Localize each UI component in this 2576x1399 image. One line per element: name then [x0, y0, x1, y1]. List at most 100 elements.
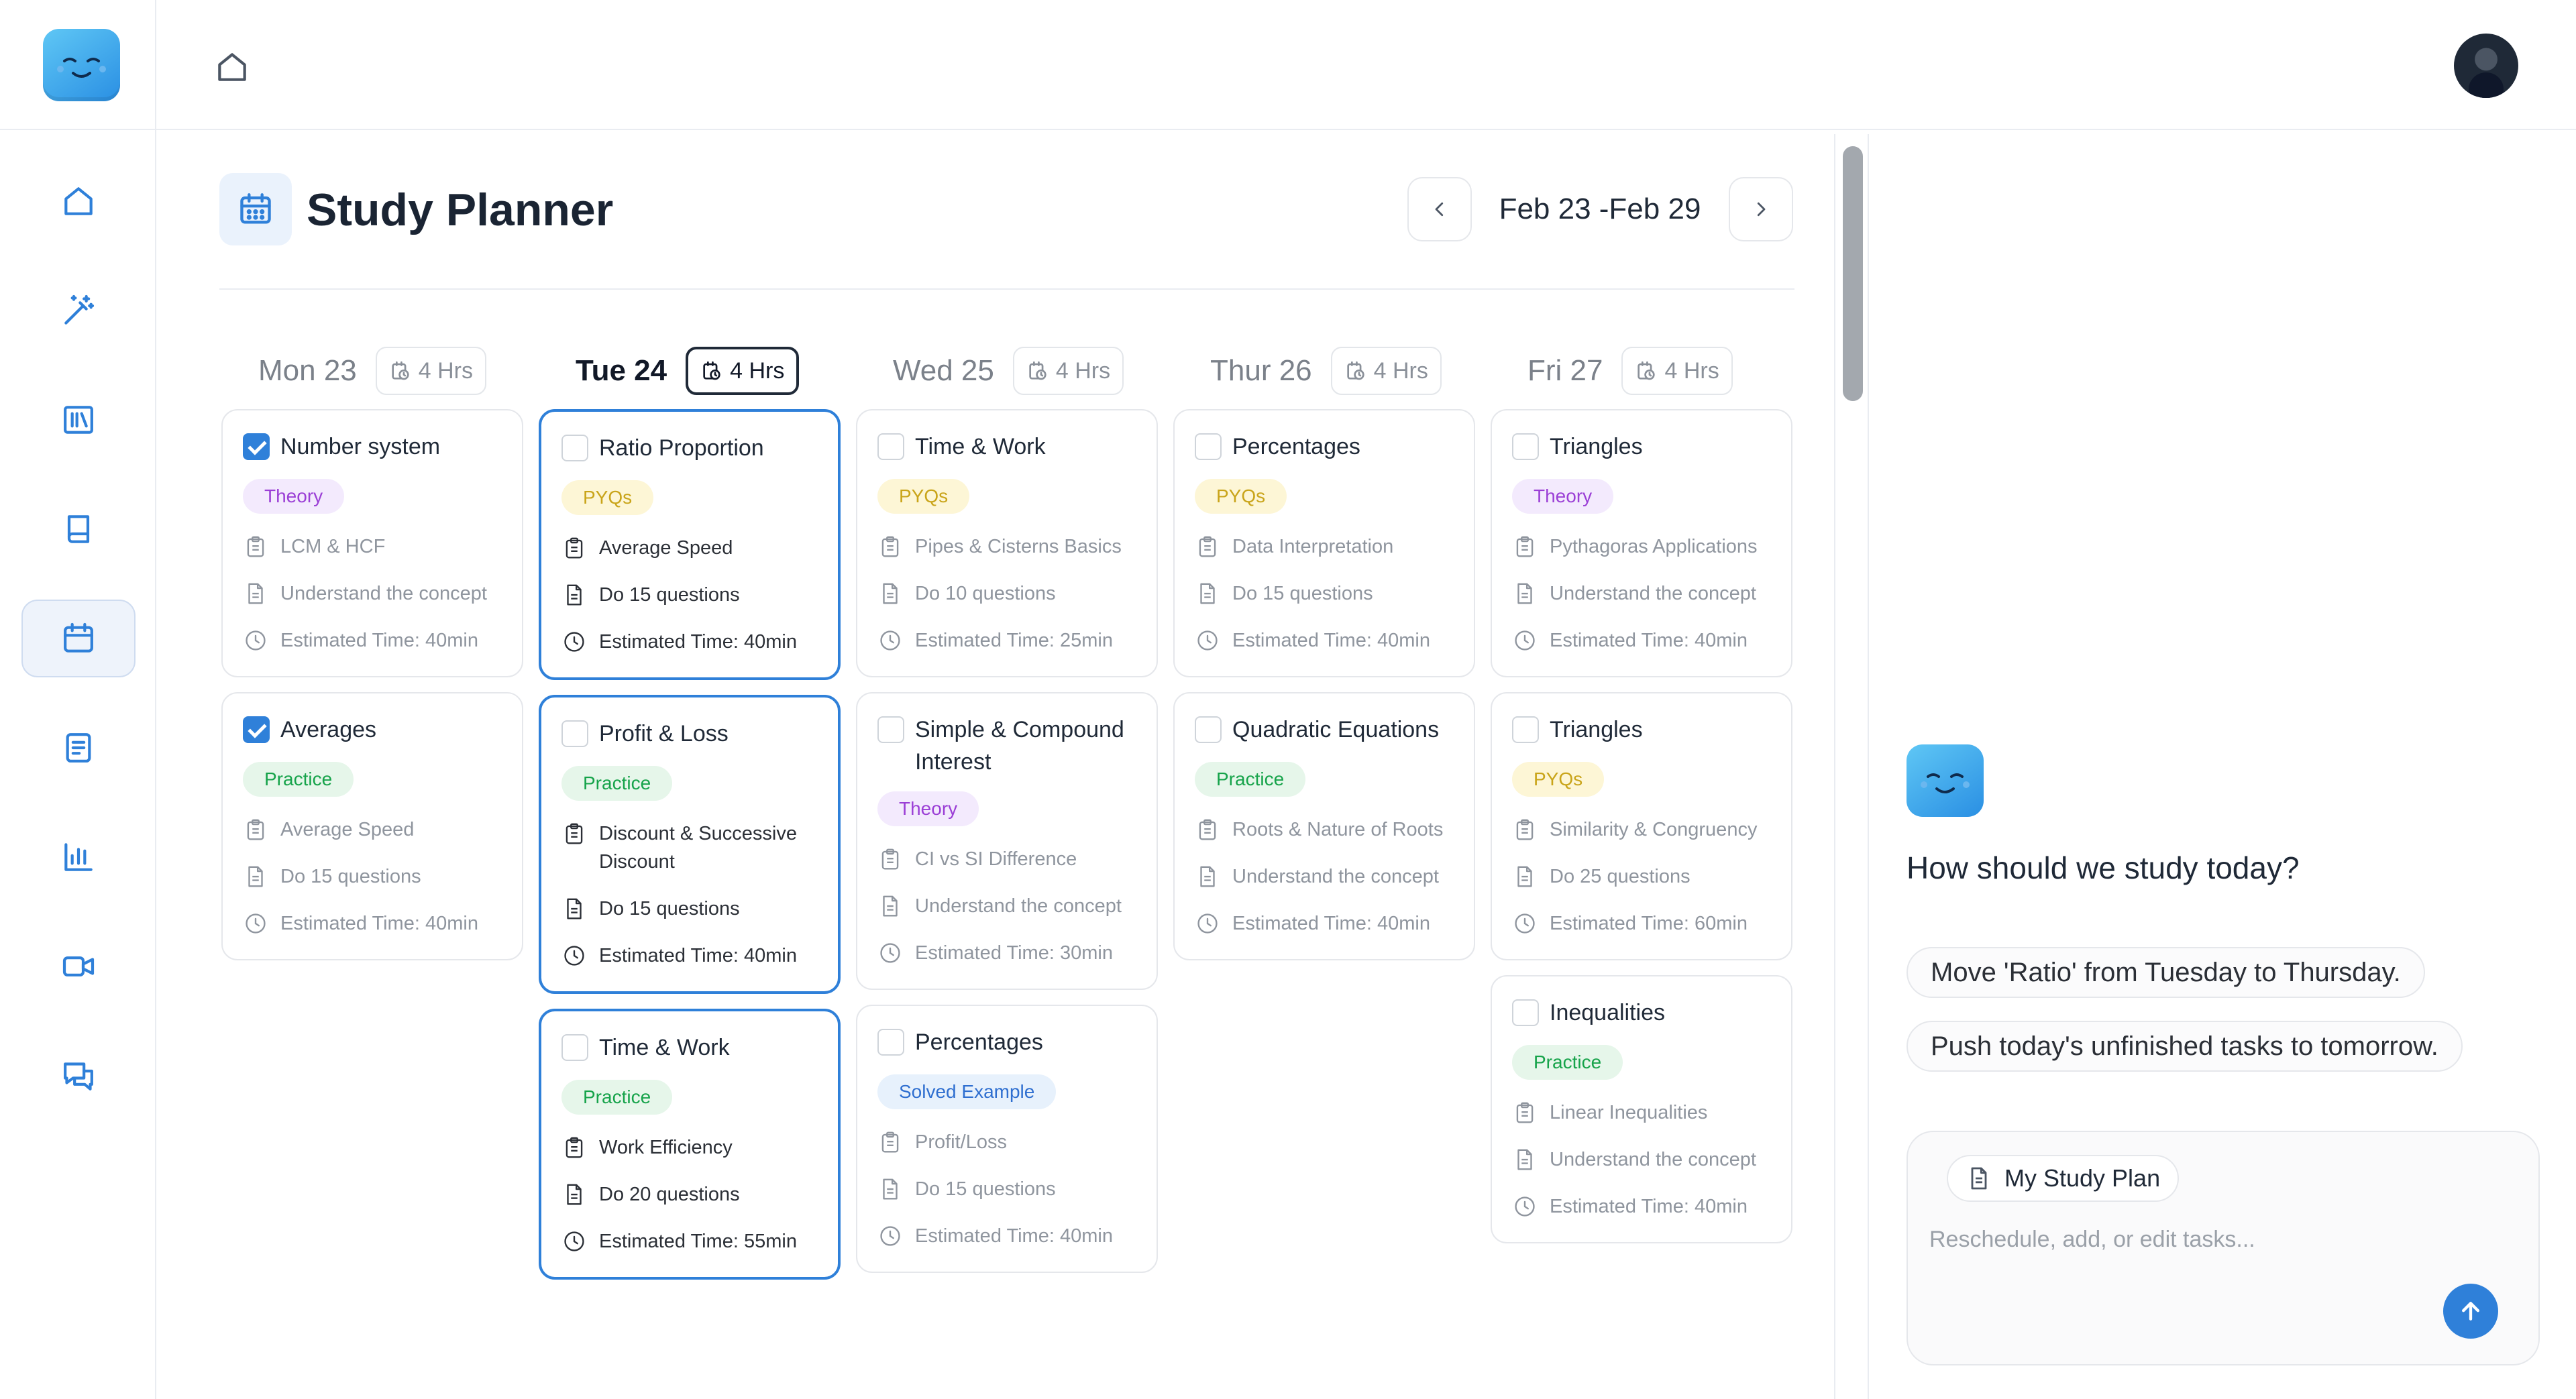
task-checkbox[interactable]	[877, 433, 904, 460]
task-checkbox[interactable]	[561, 1034, 588, 1061]
task-activity-label: Do 25 questions	[1550, 866, 1690, 887]
task-checkbox[interactable]	[561, 720, 588, 747]
task-activity-label: Do 15 questions	[599, 898, 740, 919]
document-icon	[1517, 1149, 1532, 1170]
hours-label: 4 Hrs	[1373, 357, 1428, 384]
document-icon	[883, 1178, 898, 1200]
task-header: Triangles	[1512, 714, 1771, 748]
task-checkbox[interactable]	[877, 716, 904, 743]
suggestion-chip[interactable]: Move 'Ratio' from Tuesday to Thursday.	[1907, 947, 2425, 998]
task-time-label: Estimated Time: 30min	[915, 942, 1113, 964]
home-icon[interactable]	[213, 48, 251, 86]
send-button[interactable]	[2443, 1284, 2498, 1339]
task-header: Averages	[243, 714, 502, 748]
hours-label: 4 Hrs	[418, 357, 473, 384]
task-header: Percentages	[1195, 431, 1454, 465]
task-topic-label: Pythagoras Applications	[1550, 536, 1758, 557]
sidebar-item-calendar[interactable]	[21, 600, 136, 677]
task-activity: Understand the concept	[243, 579, 502, 608]
card-spacer	[1195, 938, 1454, 959]
task-topic-label: CI vs SI Difference	[915, 848, 1077, 870]
clipboard-icon	[1199, 536, 1216, 557]
study-plan-chip[interactable]: My Study Plan	[1947, 1155, 2180, 1202]
task-card[interactable]: Triangles PYQs Similarity & Congruency Do 2…	[1491, 692, 1792, 960]
sidebar	[0, 0, 156, 1399]
task-time-label: Estimated Time: 40min	[1550, 1196, 1748, 1217]
card-spacer	[561, 970, 818, 991]
task-card[interactable]: Triangles Theory Pythagoras Applications Un…	[1491, 409, 1792, 677]
task-checkbox[interactable]	[243, 716, 270, 743]
task-topic-label: Work Efficiency	[599, 1137, 733, 1158]
top-bar	[0, 0, 2576, 130]
task-activity-label: Understand the concept	[280, 583, 487, 604]
sidebar-item-video[interactable]	[21, 928, 136, 1005]
document-icon	[567, 584, 582, 606]
task-card[interactable]: Profit & Loss Practice Discount & Successi…	[539, 695, 841, 994]
sidebar-item-home[interactable]	[21, 162, 136, 240]
sidebar-item-analytics[interactable]	[21, 818, 136, 896]
sidebar-item-library[interactable]	[21, 381, 136, 459]
task-topic-label: Average Speed	[280, 819, 415, 840]
day-header: Wed 25 4 Hrs	[893, 345, 1124, 396]
task-title: Percentages	[1232, 434, 1360, 459]
user-avatar[interactable]	[2454, 34, 2518, 98]
task-tag: Practice	[1512, 1045, 1623, 1080]
task-checkbox[interactable]	[1195, 433, 1222, 460]
clock-icon	[564, 632, 584, 652]
task-activity: Understand the concept	[1195, 862, 1454, 891]
sidebar-item-notes[interactable]	[21, 709, 136, 787]
hours-badge: 4 Hrs	[686, 347, 800, 395]
task-card[interactable]: Percentages Solved Example Profit/Loss Do 1…	[856, 1005, 1158, 1273]
day-label: Mon 23	[258, 354, 357, 387]
task-activity: Do 10 questions	[877, 579, 1136, 608]
hours-label: 4 Hrs	[1055, 357, 1111, 384]
task-checkbox[interactable]	[1512, 433, 1539, 460]
scrollbar-thumb[interactable]	[1843, 146, 1863, 401]
task-card[interactable]: Quadratic Equations Practice Roots & Natur…	[1173, 692, 1475, 960]
task-topic-label: Data Interpretation	[1232, 536, 1394, 557]
chevron-right-icon	[1757, 202, 1766, 217]
task-time-label: Estimated Time: 40min	[1232, 913, 1430, 934]
task-topic: LCM & HCF	[243, 533, 502, 561]
sidebar-item-book[interactable]	[21, 490, 136, 568]
document-icon	[1200, 866, 1215, 887]
task-checkbox[interactable]	[1195, 716, 1222, 743]
task-topic-label: LCM & HCF	[280, 536, 386, 557]
clipboard-icon	[566, 537, 583, 559]
library-icon	[64, 406, 93, 434]
suggestion-chip[interactable]: Push today's unfinished tasks to tomorro…	[1907, 1021, 2463, 1072]
task-card[interactable]: Time & Work Practice Work Efficiency Do 20 …	[539, 1009, 841, 1280]
chat-icon	[64, 1062, 93, 1090]
task-card[interactable]: Percentages PYQs Data Interpretation Do 15 …	[1173, 409, 1475, 677]
home-icon	[64, 187, 93, 215]
smiling-bot-icon[interactable]	[43, 29, 120, 101]
task-checkbox[interactable]	[561, 435, 588, 461]
document-icon	[1517, 583, 1532, 604]
task-checkbox[interactable]	[1512, 999, 1539, 1026]
task-card[interactable]: Time & Work PYQs Pipes & Cisterns Basics Do…	[856, 409, 1158, 677]
sidebar-item-magic[interactable]	[21, 272, 136, 349]
clock-icon	[1515, 1196, 1535, 1217]
task-activity-label: Understand the concept	[1550, 583, 1756, 604]
task-time-label: Estimated Time: 40min	[599, 945, 797, 966]
day-label: Fri 27	[1527, 354, 1603, 387]
task-activity: Do 15 questions	[561, 895, 818, 923]
task-checkbox[interactable]	[877, 1029, 904, 1056]
prev-week-button[interactable]	[1407, 177, 1472, 241]
sidebar-item-chat[interactable]	[21, 1037, 136, 1115]
next-week-button[interactable]	[1729, 177, 1793, 241]
chat-input[interactable]	[1929, 1219, 2506, 1260]
task-checkbox[interactable]	[243, 433, 270, 460]
task-header: Percentages	[877, 1026, 1136, 1061]
task-topic-label: Similarity & Congruency	[1550, 819, 1758, 840]
day-header: Fri 27 4 Hrs	[1527, 345, 1733, 396]
task-card[interactable]: Simple & Compound Interest Theory CI vs SI…	[856, 692, 1158, 990]
task-card[interactable]: Number system Theory LCM & HCF Understand t…	[221, 409, 523, 677]
task-time: Estimated Time: 40min	[877, 1222, 1136, 1250]
task-checkbox[interactable]	[1512, 716, 1539, 743]
task-time: Estimated Time: 40min	[561, 628, 818, 656]
task-card[interactable]: Averages Practice Average Speed Do 15 quest…	[221, 692, 523, 960]
task-card[interactable]: Inequalities Practice Linear Inequalities U…	[1491, 975, 1792, 1243]
task-time: Estimated Time: 40min	[243, 909, 502, 938]
task-card[interactable]: Ratio Proportion PYQs Average Speed Do 15 q…	[539, 409, 841, 680]
